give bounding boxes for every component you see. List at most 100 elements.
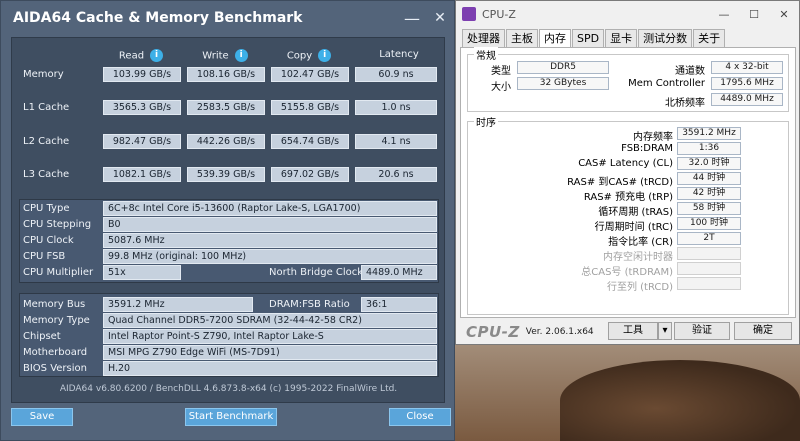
timing-value: 100 时钟: [677, 217, 741, 230]
north-bridge-value: 4489.0 MHz: [711, 93, 783, 106]
start-benchmark-button[interactable]: Start Benchmark: [185, 408, 277, 426]
column-read: Read i: [101, 49, 181, 62]
minimize-button[interactable]: —: [398, 4, 426, 32]
cpu-fsb-value: 99.8 MHz (original: 100 MHz): [103, 249, 437, 264]
cpuz-version: Ver. 2.06.1.x64: [525, 327, 594, 337]
close-icon[interactable]: ✕: [769, 8, 799, 21]
channels-label: 通道数: [675, 66, 705, 77]
timing-label: 行至列 (tRCD): [606, 282, 673, 293]
chevron-down-icon[interactable]: ▾: [658, 322, 672, 340]
tab-bar: 处理器 主板 内存 SPD 显卡 测试分数 关于: [462, 29, 726, 48]
cpu-type-value: 6C+8c Intel Core i5-13600 (Raptor Lake-S…: [103, 201, 437, 216]
chipset-label: Chipset: [23, 331, 61, 342]
timing-label: RAS# 预充电 (tRP): [583, 192, 673, 203]
cpuz-titlebar: CPU-Z — ☐ ✕: [456, 1, 799, 27]
info-icon[interactable]: i: [318, 49, 332, 62]
size-label: 大小: [491, 82, 511, 93]
channels-value: 4 x 32-bit: [711, 61, 783, 74]
dram-fsb-ratio-label: DRAM:FSB Ratio: [269, 299, 350, 310]
general-legend: 常规: [474, 47, 498, 62]
cpuz-footer: CPU-Z Ver. 2.06.1.x64 工具 ▾ 验证 确定: [456, 319, 799, 345]
north-bridge-clock-label: North Bridge Clock: [269, 267, 364, 278]
row-label: L1 Cache: [23, 102, 70, 113]
version-footer: AIDA64 v6.80.6200 / BenchDLL 4.6.873.8-x…: [59, 384, 398, 394]
tools-button[interactable]: 工具: [608, 322, 658, 340]
maximize-icon[interactable]: ☐: [739, 8, 769, 21]
timing-label: RAS# 到CAS# (tRCD): [567, 177, 673, 188]
close-window-button[interactable]: ✕: [426, 4, 454, 32]
l1-latency-value: 1.0 ns: [355, 100, 437, 115]
info-icon[interactable]: i: [150, 49, 164, 62]
timing-label: 内存空闲计时器: [603, 252, 673, 263]
timing-value: 1:36: [677, 142, 741, 155]
close-button[interactable]: Close: [389, 408, 451, 426]
column-copy: Copy i: [269, 49, 349, 62]
timing-value: [677, 262, 741, 275]
memory-copy-value: 102.47 GB/s: [271, 67, 349, 82]
cpu-stepping-label: CPU Stepping: [23, 219, 92, 230]
aida64-titlebar: AIDA64 Cache & Memory Benchmark — ✕: [1, 1, 454, 35]
chipset-value: Intel Raptor Point-S Z790, Intel Raptor …: [103, 329, 437, 344]
tab-graphics[interactable]: 显卡: [605, 29, 638, 47]
cpu-clock-label: CPU Clock: [23, 235, 74, 246]
cpuz-window: CPU-Z — ☐ ✕ 处理器 主板 内存 SPD 显卡 测试分数 关于 常规 …: [455, 0, 800, 345]
north-bridge-label: 北桥频率: [665, 98, 705, 109]
motherboard-value: MSI MPG Z790 Edge WiFi (MS-7D91): [103, 345, 437, 360]
l2-write-value: 442.26 GB/s: [187, 134, 265, 149]
timing-label: 循环周期 (tRAS): [598, 207, 673, 218]
memory-read-value: 103.99 GB/s: [103, 67, 181, 82]
l3-copy-value: 697.02 GB/s: [271, 167, 349, 182]
tab-bench[interactable]: 测试分数: [638, 29, 693, 47]
l3-latency-value: 20.6 ns: [355, 167, 437, 182]
mem-controller-value: 1795.6 MHz: [711, 77, 783, 90]
memory-type-value: DDR5: [517, 61, 609, 74]
row-label: Memory: [23, 69, 64, 80]
tab-mainboard[interactable]: 主板: [506, 29, 538, 47]
window-title: AIDA64 Cache & Memory Benchmark: [13, 10, 303, 26]
l2-latency-value: 4.1 ns: [355, 134, 437, 149]
bios-version-value: H.20: [103, 361, 437, 376]
timing-value: 2T: [677, 232, 741, 245]
type-label: 类型: [491, 66, 511, 77]
l1-write-value: 2583.5 GB/s: [187, 100, 265, 115]
cpuz-brand: CPU-Z: [466, 323, 520, 341]
row-label: L3 Cache: [23, 169, 70, 180]
l1-read-value: 3565.3 GB/s: [103, 100, 181, 115]
timing-label: CAS# Latency (CL): [578, 158, 673, 169]
l3-read-value: 1082.1 GB/s: [103, 167, 181, 182]
memory-write-value: 108.16 GB/s: [187, 67, 265, 82]
info-icon[interactable]: i: [234, 49, 248, 62]
timing-value: 42 时钟: [677, 187, 741, 200]
tab-memory[interactable]: 内存: [539, 29, 571, 48]
minimize-icon[interactable]: —: [709, 8, 739, 21]
tab-processor[interactable]: 处理器: [462, 29, 505, 47]
cpu-clock-value: 5087.6 MHz: [103, 233, 437, 248]
l2-read-value: 982.47 GB/s: [103, 134, 181, 149]
memory-bus-label: Memory Bus: [23, 299, 86, 310]
memory-type-value: Quad Channel DDR5-7200 SDRAM (32-44-42-5…: [103, 313, 437, 328]
timings-legend: 时序: [474, 114, 498, 129]
tab-about[interactable]: 关于: [693, 29, 726, 47]
timing-value: 58 时钟: [677, 202, 741, 215]
timing-label: 指令比率 (CR): [608, 237, 673, 248]
l2-copy-value: 654.74 GB/s: [271, 134, 349, 149]
save-button[interactable]: Save: [11, 408, 73, 426]
cpu-type-label: CPU Type: [23, 203, 70, 214]
validate-button[interactable]: 验证: [674, 322, 730, 340]
cpuz-title: CPU-Z: [482, 7, 516, 21]
l1-copy-value: 5155.8 GB/s: [271, 100, 349, 115]
timing-value: 3591.2 MHz: [677, 127, 741, 140]
timing-label: FSB:DRAM: [621, 143, 673, 154]
row-label: L2 Cache: [23, 136, 70, 147]
l3-write-value: 539.39 GB/s: [187, 167, 265, 182]
memory-type-label: Memory Type: [23, 315, 90, 326]
timing-label: 总CAS号 (tRDRAM): [581, 267, 673, 278]
cpu-multiplier-value: 51x: [103, 265, 181, 280]
mem-controller-label: Mem Controller: [628, 78, 705, 89]
dram-fsb-ratio-value: 36:1: [361, 297, 437, 312]
ok-button[interactable]: 确定: [734, 322, 792, 340]
tab-spd[interactable]: SPD: [572, 29, 605, 47]
cpuz-logo-icon: [462, 7, 476, 21]
memory-latency-value: 60.9 ns: [355, 67, 437, 82]
memory-bus-value: 3591.2 MHz: [103, 297, 253, 312]
